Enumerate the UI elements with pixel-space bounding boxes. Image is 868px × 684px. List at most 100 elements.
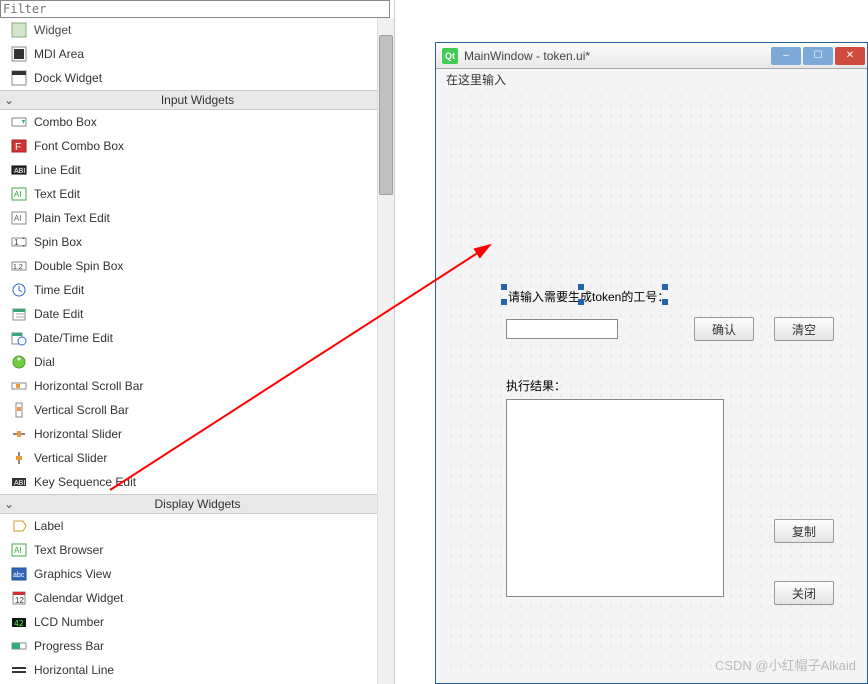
qt-icon: Qt <box>442 48 458 64</box>
hslider-icon <box>10 425 28 443</box>
result-textedit[interactable] <box>506 399 724 597</box>
widget-label: Plain Text Edit <box>34 211 110 225</box>
widget-list: Widget MDI Area Dock Widget ⌄ Input Widg… <box>0 18 377 684</box>
design-canvas[interactable]: 请输入需要生成token的工号： 确认 清空 执行结果： 复制 关闭 <box>444 89 859 675</box>
widget-label: Spin Box <box>34 235 82 249</box>
svg-text:AI: AI <box>14 546 22 555</box>
widget-label: Calendar Widget <box>34 591 123 605</box>
spin-box-icon: 1 <box>10 233 28 251</box>
close-button[interactable]: ✕ <box>835 47 865 65</box>
text-edit-icon: AI <box>10 185 28 203</box>
list-item[interactable]: ABI Key Sequence Edit <box>0 470 377 494</box>
list-item[interactable]: Dock Widget <box>0 66 377 90</box>
list-item[interactable]: Vertical Slider <box>0 446 377 470</box>
scrollbar-track[interactable] <box>379 35 393 667</box>
widget-label: Horizontal Scroll Bar <box>34 379 143 393</box>
widget-list-scroll: Widget MDI Area Dock Widget ⌄ Input Widg… <box>0 18 394 684</box>
svg-text:ABI: ABI <box>14 480 25 487</box>
list-item[interactable]: Horizontal Slider <box>0 422 377 446</box>
list-item[interactable]: Label <box>0 514 377 538</box>
widget-label: Line Edit <box>34 163 81 177</box>
combo-box-icon <box>10 113 28 131</box>
plain-text-edit-icon: AI <box>10 209 28 227</box>
widget-label: Horizontal Line <box>34 663 114 677</box>
list-item[interactable]: AI Text Edit <box>0 182 377 206</box>
list-item[interactable]: F Font Combo Box <box>0 134 377 158</box>
widget-label: LCD Number <box>34 615 104 629</box>
widget-label: Font Combo Box <box>34 139 124 153</box>
list-item[interactable]: 12 Calendar Widget <box>0 586 377 610</box>
list-item[interactable]: 1 Spin Box <box>0 230 377 254</box>
vertical-scrollbar[interactable] <box>377 18 394 684</box>
minimize-button[interactable]: – <box>771 47 801 65</box>
chevron-down-icon: ⌄ <box>0 93 18 107</box>
list-item[interactable]: Widget <box>0 18 377 42</box>
list-item[interactable]: 1.2 Double Spin Box <box>0 254 377 278</box>
svg-text:abc: abc <box>13 572 25 579</box>
maximize-button[interactable]: ☐ <box>803 47 833 65</box>
copy-button[interactable]: 复制 <box>774 519 834 543</box>
category-title: Display Widgets <box>18 497 377 511</box>
widget-box-panel: Widget MDI Area Dock Widget ⌄ Input Widg… <box>0 0 395 684</box>
list-item[interactable]: AI Plain Text Edit <box>0 206 377 230</box>
close-form-button[interactable]: 关闭 <box>774 581 834 605</box>
menu-type-here[interactable]: 在这里输入 <box>446 71 506 88</box>
list-item[interactable]: 42 LCD Number <box>0 610 377 634</box>
lcd-number-icon: 42 <box>10 613 28 631</box>
widget-label: Combo Box <box>34 115 97 129</box>
svg-text:12: 12 <box>15 596 24 605</box>
button-label: 复制 <box>792 523 816 540</box>
jobid-input[interactable] <box>506 319 618 339</box>
key-sequence-icon: ABI <box>10 473 28 491</box>
selection-handle[interactable] <box>578 284 584 290</box>
widget-label: Label <box>34 519 63 533</box>
list-item[interactable]: Horizontal Scroll Bar <box>0 374 377 398</box>
list-item[interactable]: abc Graphics View <box>0 562 377 586</box>
selection-handle[interactable] <box>578 299 584 305</box>
widget-label: Graphics View <box>34 567 111 581</box>
selection-handle[interactable] <box>501 284 507 290</box>
list-item[interactable]: Date Edit <box>0 302 377 326</box>
svg-text:1: 1 <box>14 238 19 247</box>
list-item[interactable]: Horizontal Line <box>0 658 377 682</box>
widget-icon <box>10 21 28 39</box>
widget-label: Double Spin Box <box>34 259 123 273</box>
calendar-icon: 12 <box>10 589 28 607</box>
date-edit-icon <box>10 305 28 323</box>
selection-handle[interactable] <box>662 299 668 305</box>
category-input-widgets[interactable]: ⌄ Input Widgets <box>0 90 377 110</box>
list-item[interactable]: Vertical Scroll Bar <box>0 398 377 422</box>
list-item[interactable]: Progress Bar <box>0 634 377 658</box>
dock-widget-icon <box>10 69 28 87</box>
widget-label: Widget <box>34 23 71 37</box>
list-item[interactable]: Dial <box>0 350 377 374</box>
window-title: MainWindow - token.ui* <box>464 49 769 63</box>
titlebar[interactable]: Qt MainWindow - token.ui* – ☐ ✕ <box>436 43 867 69</box>
datetime-edit-icon <box>10 329 28 347</box>
window-controls: – ☐ ✕ <box>769 47 865 65</box>
list-item[interactable]: AI Text Browser <box>0 538 377 562</box>
filter-input[interactable] <box>0 0 390 18</box>
list-item[interactable]: Date/Time Edit <box>0 326 377 350</box>
mdi-area-icon <box>10 45 28 63</box>
clear-button[interactable]: 清空 <box>774 317 834 341</box>
font-combo-icon: F <box>10 137 28 155</box>
widget-label: Progress Bar <box>34 639 104 653</box>
prompt-label[interactable]: 请输入需要生成token的工号： <box>506 287 671 306</box>
selection-handle[interactable] <box>501 299 507 305</box>
list-item[interactable]: Time Edit <box>0 278 377 302</box>
double-spin-box-icon: 1.2 <box>10 257 28 275</box>
confirm-button[interactable]: 确认 <box>694 317 754 341</box>
svg-text:1.2: 1.2 <box>13 264 23 271</box>
list-item[interactable]: ABI Line Edit <box>0 158 377 182</box>
category-display-widgets[interactable]: ⌄ Display Widgets <box>0 494 377 514</box>
list-item[interactable]: MDI Area <box>0 42 377 66</box>
time-edit-icon <box>10 281 28 299</box>
svg-text:AI: AI <box>14 214 22 223</box>
scrollbar-thumb[interactable] <box>379 35 393 195</box>
selection-handle[interactable] <box>662 284 668 290</box>
button-label: 关闭 <box>792 585 816 602</box>
hscrollbar-icon <box>10 377 28 395</box>
list-item[interactable]: Combo Box <box>0 110 377 134</box>
svg-text:AI: AI <box>14 190 22 199</box>
